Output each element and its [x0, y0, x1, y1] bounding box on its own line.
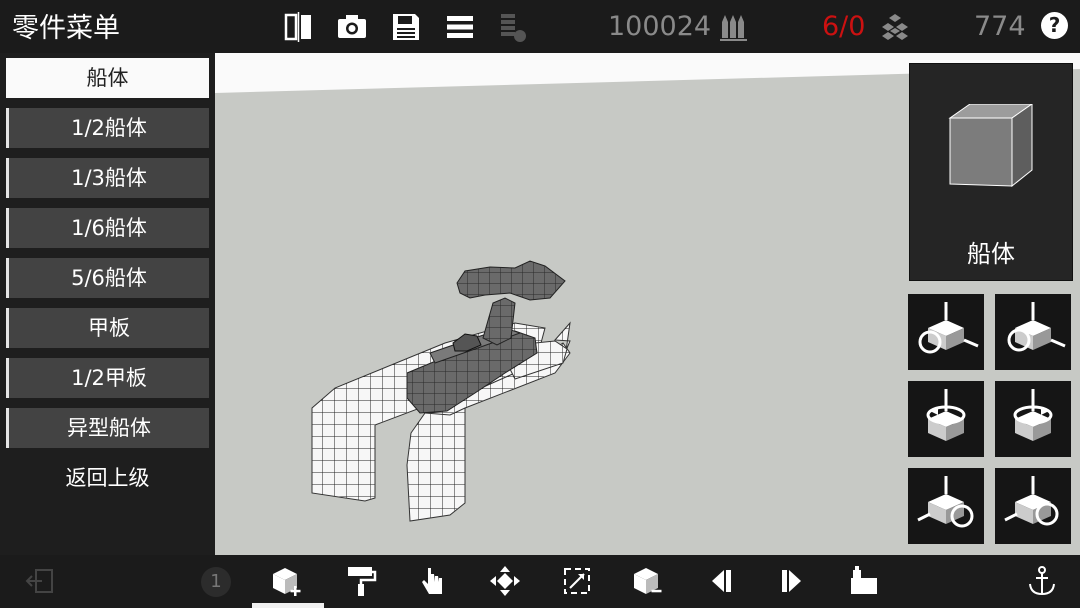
help-button[interactable]: ? — [1041, 12, 1068, 39]
cube-preview-icon — [948, 104, 1033, 188]
resize-icon[interactable] — [560, 564, 594, 598]
sidebar-item-hull[interactable]: 船体 — [6, 58, 209, 98]
bottom-toolbar: 1 — [0, 555, 1080, 608]
back-button[interactable]: 返回上级 — [6, 458, 209, 498]
rotate-roll-right-button[interactable] — [995, 294, 1071, 370]
hand-select-icon[interactable] — [416, 564, 450, 598]
part-preview-panel: 船体 — [909, 63, 1073, 281]
weapon-icon[interactable] — [847, 564, 881, 598]
preview-part-name: 船体 — [967, 240, 1015, 268]
mast — [482, 297, 516, 346]
move-icon[interactable] — [488, 564, 522, 598]
rotate-roll-right-icon — [1007, 302, 1066, 352]
rotate-pitch-down-icon — [917, 476, 974, 528]
sidebar-item-third-hull[interactable]: 1/3船体 — [6, 158, 209, 198]
rotate-pitch-up-button[interactable] — [995, 468, 1071, 544]
rotate-yaw-left-icon — [926, 389, 966, 441]
part-category-sidebar: 船体 1/2船体 1/3船体 1/6船体 5/6船体 甲板 1/2甲板 异型船体… — [0, 53, 215, 555]
sidebar-item-half-deck[interactable]: 1/2甲板 — [6, 358, 209, 398]
ammo-ratio: 6/0 — [822, 11, 866, 42]
rotate-roll-left-button[interactable] — [908, 294, 984, 370]
resources-icon — [882, 14, 908, 40]
paint-roller-icon[interactable] — [344, 564, 378, 598]
mirror-icon[interactable] — [282, 10, 316, 44]
money-amount: 774 — [974, 11, 1026, 42]
page-indicator: 1 — [201, 567, 231, 597]
rotate-pitch-up-icon — [1004, 476, 1059, 526]
rotate-yaw-left-button[interactable] — [908, 381, 984, 457]
previous-icon[interactable] — [704, 564, 738, 598]
sidebar-item-special-hull[interactable]: 异型船体 — [6, 408, 209, 448]
rotate-yaw-right-icon — [1013, 389, 1053, 441]
mast-top-fin — [456, 260, 566, 301]
rotate-yaw-right-button[interactable] — [995, 381, 1071, 457]
menu-title: 零件菜单 — [12, 13, 120, 44]
rotate-roll-left-icon — [918, 302, 979, 354]
add-part-icon[interactable] — [270, 564, 304, 598]
layers-disabled-icon — [501, 14, 526, 42]
camera-icon[interactable] — [335, 10, 369, 44]
anchor-icon[interactable] — [1025, 564, 1059, 598]
part-count: 100024 — [608, 11, 712, 42]
save-icon[interactable] — [389, 10, 423, 44]
sidebar-item-half-hull[interactable]: 1/2船体 — [6, 108, 209, 148]
active-tool-indicator — [252, 603, 324, 608]
remove-part-icon[interactable] — [631, 564, 665, 598]
sidebar-item-five-sixth-hull[interactable]: 5/6船体 — [6, 258, 209, 298]
ammo-icon — [720, 15, 747, 41]
top-bar: 零件菜单 100024 6/0 774 ? — [0, 0, 1080, 53]
exit-icon[interactable] — [24, 564, 58, 598]
sidebar-item-deck[interactable]: 甲板 — [6, 308, 209, 348]
next-icon[interactable] — [775, 564, 809, 598]
rotate-pitch-down-button[interactable] — [908, 468, 984, 544]
menu-list-icon[interactable] — [443, 10, 477, 44]
sidebar-item-sixth-hull[interactable]: 1/6船体 — [6, 208, 209, 248]
